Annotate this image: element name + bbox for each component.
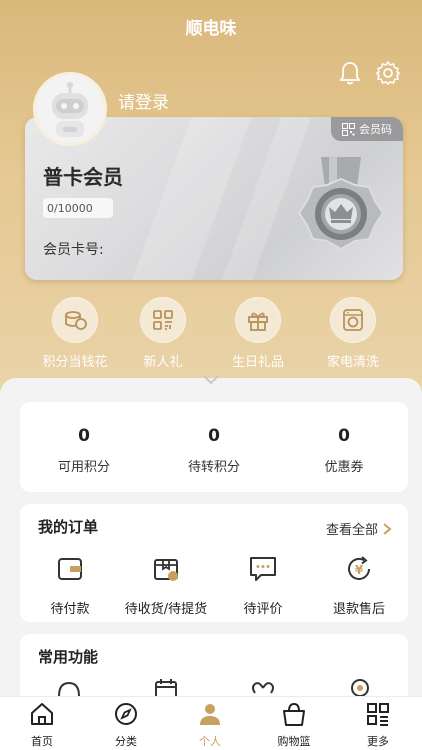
order-pending-payment[interactable]: 待付款	[20, 554, 120, 617]
quick-action-birthday[interactable]: 生日礼品	[213, 297, 303, 370]
grid-icon	[140, 297, 186, 343]
chevron-down-icon[interactable]	[201, 372, 221, 388]
login-link[interactable]: 请登录	[118, 88, 169, 113]
see-all-label: 查看全部	[325, 523, 378, 538]
quick-action-label: 积分当钱花	[42, 355, 108, 370]
stat-label: 可用积分	[57, 460, 110, 475]
quick-action-points[interactable]: 积分当钱花	[30, 297, 120, 370]
points-progress: 0/10000	[43, 198, 113, 218]
quick-action-cleaning[interactable]: 家电清洗	[308, 297, 398, 370]
coins-icon	[52, 297, 98, 343]
member-code-label: 会员码	[359, 123, 392, 136]
heart-icon[interactable]	[250, 680, 276, 696]
wallet-icon	[58, 558, 82, 580]
stat-label: 待转积分	[187, 460, 240, 475]
calendar-icon[interactable]	[154, 678, 178, 696]
stat-value: 0	[78, 426, 90, 446]
quick-action-label: 新人礼	[143, 355, 183, 370]
member-tier: 普卡会员	[43, 165, 123, 189]
stat-value: 0	[338, 426, 350, 446]
order-refund[interactable]: ¥ 退款售后	[309, 554, 409, 617]
more-icon	[367, 703, 389, 726]
qr-code-icon	[342, 122, 355, 136]
common-functions-title: 常用功能	[38, 648, 99, 666]
page-title: 顺电味	[185, 19, 237, 39]
tab-home[interactable]: 首页	[0, 701, 84, 749]
comment-icon	[250, 557, 276, 581]
quick-action-label: 家电清洗	[326, 355, 379, 370]
order-label: 待收货/待提货	[124, 602, 208, 617]
person-icon	[200, 704, 220, 725]
svg-text:¥: ¥	[355, 563, 364, 577]
tab-category[interactable]: 分类	[84, 701, 168, 749]
stat-pending-points[interactable]: 0 待转积分	[154, 426, 274, 475]
stats-panel: 0 可用积分 0 待转积分 0 优惠券	[20, 402, 408, 492]
card-number-label: 会员卡号:	[43, 242, 104, 258]
orders-title: 我的订单	[38, 518, 99, 536]
stat-value: 0	[208, 426, 220, 446]
orders-panel: 我的订单 查看全部 待付款 待收货/待提货 待评价 ¥ 退款售后	[20, 504, 408, 622]
quick-action-newcomer[interactable]: 新人礼	[118, 297, 208, 370]
tab-profile[interactable]: 个人	[168, 701, 252, 749]
bell-icon[interactable]	[338, 60, 362, 86]
medal-icon	[297, 157, 385, 251]
tab-label: 首页	[31, 735, 53, 748]
stat-label: 优惠券	[324, 460, 364, 475]
member-code-button[interactable]: 会员码	[331, 117, 403, 141]
order-label: 退款售后	[332, 602, 385, 617]
avatar[interactable]	[33, 72, 107, 146]
order-pending-review[interactable]: 待评价	[213, 554, 313, 617]
package-icon	[154, 559, 178, 581]
gear-icon[interactable]	[375, 60, 401, 86]
stat-available-points[interactable]: 0 可用积分	[24, 426, 144, 475]
tab-more[interactable]: 更多	[336, 701, 420, 749]
tab-label: 购物篮	[277, 735, 311, 748]
order-pending-receipt[interactable]: 待收货/待提货	[116, 554, 216, 617]
chevron-right-icon	[383, 522, 392, 535]
headset-icon[interactable]	[56, 680, 82, 696]
location-icon[interactable]	[350, 678, 370, 696]
home-icon	[31, 703, 53, 725]
bottom-tab-bar: 首页 分类 个人 购物篮 更多	[0, 696, 422, 750]
robot-avatar-icon	[36, 75, 104, 143]
refund-icon: ¥	[348, 556, 370, 580]
tab-label: 更多	[367, 735, 389, 748]
stat-coupons[interactable]: 0 优惠券	[284, 426, 404, 475]
order-label: 待评价	[243, 602, 283, 617]
gift-icon	[235, 297, 281, 343]
tab-label: 个人	[199, 735, 221, 748]
tab-label: 分类	[115, 735, 137, 748]
washer-icon	[330, 297, 376, 343]
see-all-orders-link[interactable]: 查看全部	[326, 519, 392, 538]
tab-basket[interactable]: 购物篮	[252, 701, 336, 749]
basket-icon	[283, 702, 305, 726]
compass-icon	[115, 703, 137, 725]
order-label: 待付款	[50, 602, 90, 617]
quick-action-label: 生日礼品	[231, 355, 284, 370]
